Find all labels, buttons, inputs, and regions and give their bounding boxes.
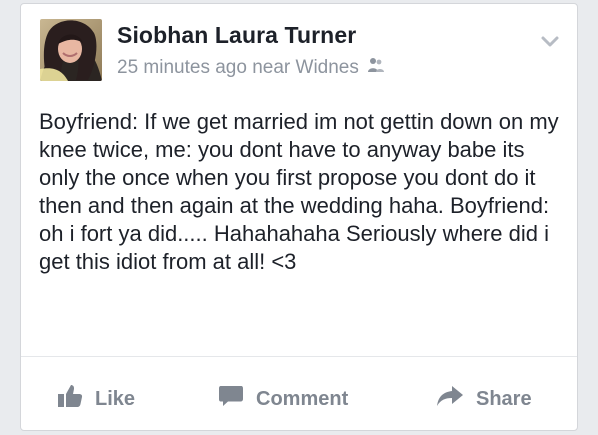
comment-icon (218, 384, 244, 414)
friends-icon (367, 57, 385, 79)
share-label: Share (476, 387, 532, 410)
like-button[interactable]: Like (57, 384, 135, 414)
author-name[interactable]: Siobhan Laura Turner (117, 22, 356, 49)
chevron-down-icon[interactable] (539, 30, 561, 52)
like-label: Like (95, 387, 136, 410)
post-meta: 25 minutes ago near Widnes (117, 57, 385, 79)
thumbs-up-icon (57, 384, 83, 414)
post-actions: Like Comment Share (21, 357, 577, 431)
share-icon (436, 384, 464, 414)
comment-button[interactable]: Comment (218, 384, 348, 414)
post-card: Siobhan Laura Turner 25 minutes ago near… (20, 3, 578, 431)
share-button[interactable]: Share (436, 384, 532, 414)
author-avatar[interactable] (40, 19, 102, 81)
post-meta-text[interactable]: 25 minutes ago near Widnes (117, 57, 359, 79)
comment-label: Comment (256, 387, 349, 410)
post-header: Siobhan Laura Turner 25 minutes ago near… (21, 4, 577, 94)
post-body: Boyfriend: If we get married im not gett… (39, 109, 559, 274)
